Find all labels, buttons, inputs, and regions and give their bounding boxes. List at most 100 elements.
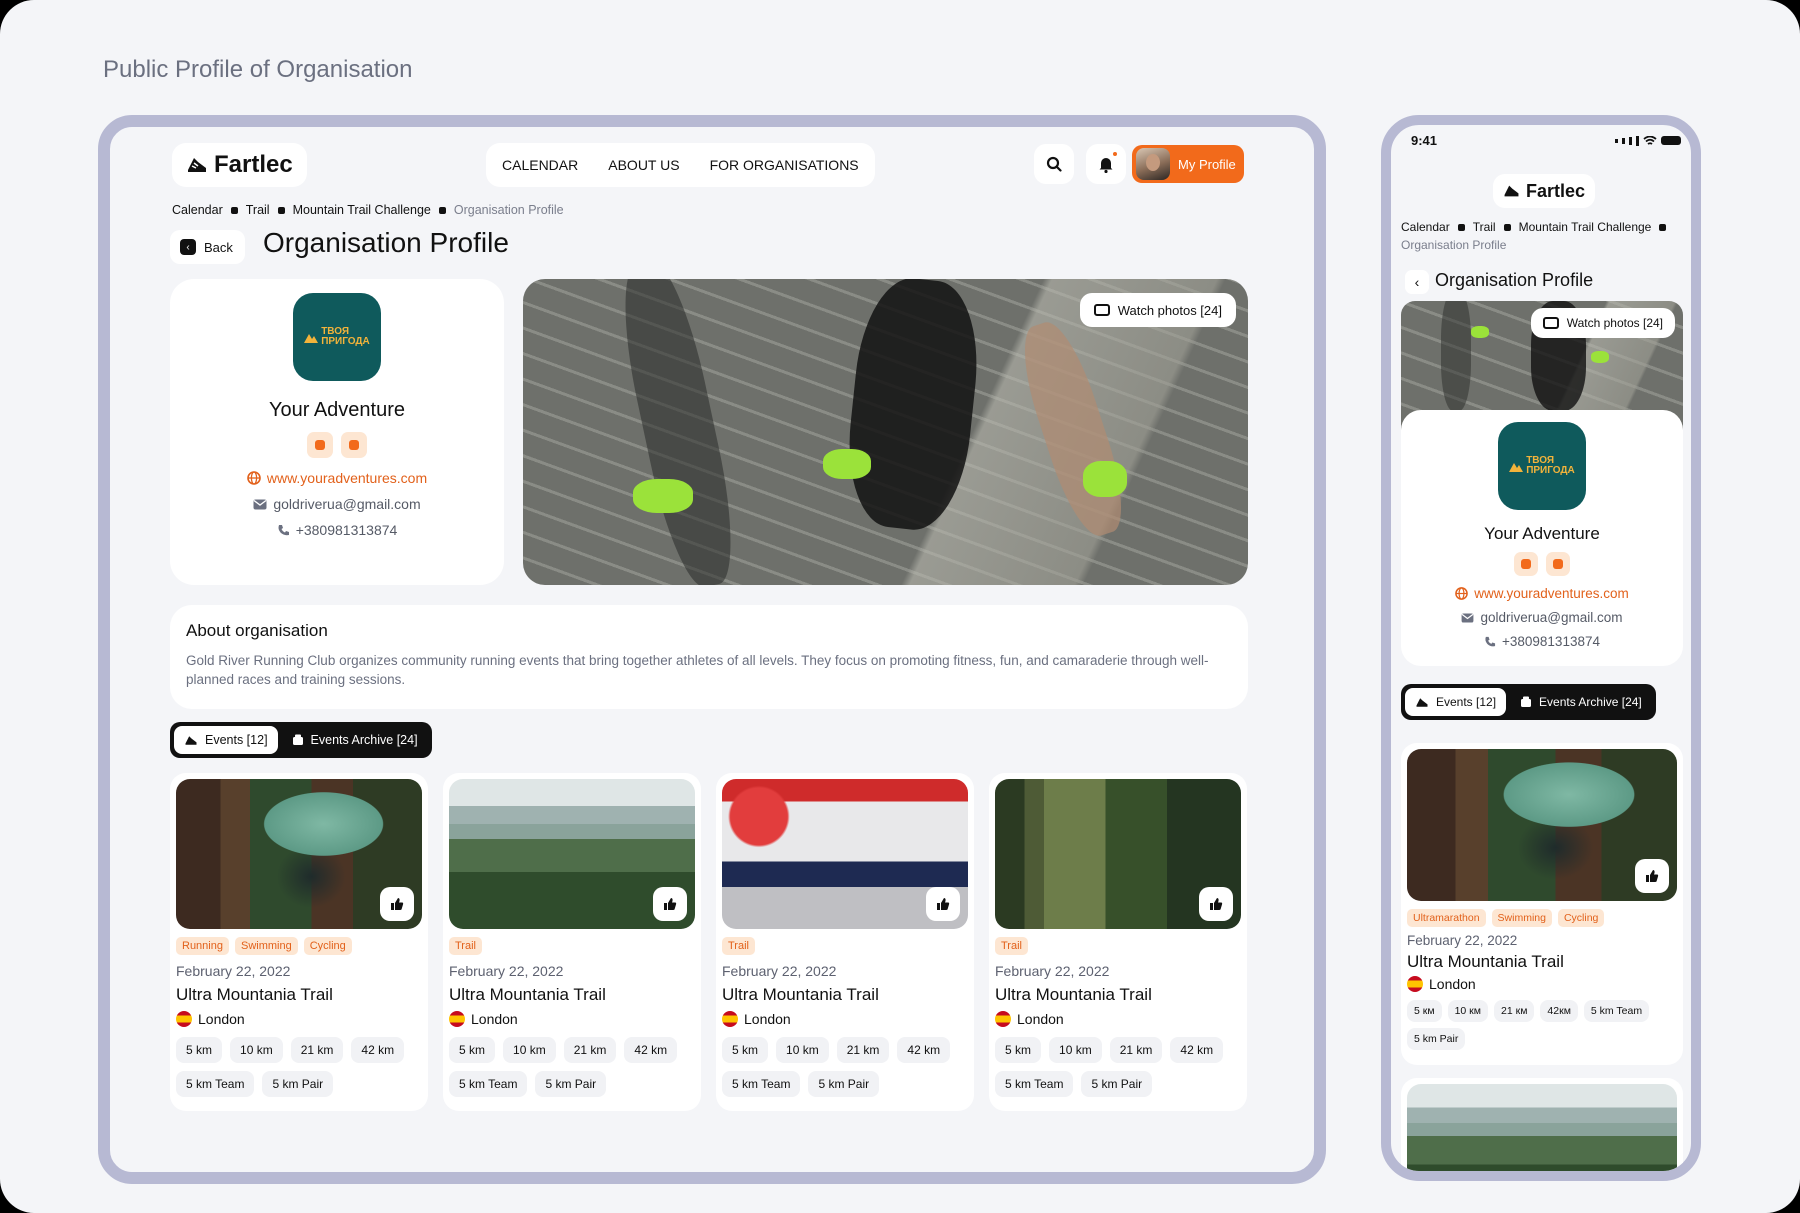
tab-events-archive[interactable]: Events Archive [24]: [1510, 688, 1652, 716]
like-button[interactable]: [653, 887, 687, 921]
my-profile-button[interactable]: My Profile: [1132, 145, 1244, 183]
breadcrumb-trail[interactable]: Trail: [246, 203, 270, 217]
event-date: February 22, 2022: [449, 963, 564, 979]
distance-chip[interactable]: 5 km Team: [176, 1071, 255, 1097]
org-website[interactable]: www.youradventures.com: [1455, 586, 1629, 601]
org-email[interactable]: goldriverua@gmail.com: [1461, 610, 1623, 625]
globe-icon: [247, 471, 261, 485]
watch-photos-button[interactable]: Watch photos [24]: [1530, 308, 1675, 338]
org-email[interactable]: goldriverua@gmail.com: [253, 496, 421, 512]
event-card[interactable]: Ultramarathon Swimming Cycling February …: [1401, 743, 1683, 1065]
brand-name: Fartlec: [1526, 180, 1586, 201]
distance-chip[interactable]: 42 km: [1170, 1037, 1224, 1063]
tab-events-label: Events [12]: [205, 733, 268, 747]
event-location: London: [449, 1011, 695, 1027]
about-heading: About organisation: [186, 621, 328, 640]
nav-for-organisations[interactable]: FOR ORGANISATIONS: [710, 157, 859, 173]
image-icon: [1093, 304, 1110, 316]
distance-chip[interactable]: 5 km Team: [449, 1071, 528, 1097]
tab-events-label: Events [12]: [1436, 695, 1497, 709]
org-phone[interactable]: +380981313874: [277, 522, 397, 538]
tab-events[interactable]: Events [12]: [1405, 688, 1507, 716]
org-website[interactable]: www.youradventures.com: [247, 470, 427, 486]
phone-icon: [278, 524, 289, 535]
distance-chip[interactable]: 5 km Team: [722, 1071, 801, 1097]
distance-chip[interactable]: 5 km Pair: [1081, 1071, 1153, 1097]
org-card: ТВОЯ ПРИГОДА Your Adventure www.youradven…: [170, 279, 504, 585]
distance-chip[interactable]: 10 km: [503, 1037, 556, 1063]
distance-chip[interactable]: 42 km: [624, 1037, 678, 1063]
event-tag: Ultramarathon: [1407, 909, 1486, 927]
distance-chip[interactable]: 21 km: [290, 1037, 344, 1063]
distance-chip[interactable]: 5 km: [176, 1037, 223, 1063]
search-icon: [1046, 156, 1062, 172]
search-button[interactable]: [1034, 144, 1074, 184]
facebook-icon[interactable]: [307, 432, 333, 458]
event-card[interactable]: Running Swimming Cycling February 22, 20…: [170, 773, 428, 1111]
distance-chip[interactable]: 10 km: [1049, 1037, 1102, 1063]
status-time: 9:41: [1411, 133, 1438, 148]
thumbs-up-icon: [1646, 870, 1659, 882]
distance-chip[interactable]: 21 km: [836, 1037, 890, 1063]
distance-chip[interactable]: 5 km Pair: [808, 1071, 880, 1097]
like-button[interactable]: [1199, 887, 1233, 921]
distance-chip[interactable]: 10 km: [230, 1037, 283, 1063]
distance-chip[interactable]: 42км: [1540, 1000, 1578, 1022]
distance-chip[interactable]: 5 km Team: [1583, 1000, 1650, 1022]
event-card[interactable]: [1401, 1078, 1683, 1171]
breadcrumb-event[interactable]: Mountain Trail Challenge: [1519, 220, 1652, 234]
hero-photo: Watch photos [24]: [523, 279, 1248, 585]
notifications-button[interactable]: [1086, 144, 1126, 184]
watch-photos-button[interactable]: Watch photos [24]: [1079, 293, 1236, 327]
org-phone[interactable]: +380981313874: [1484, 634, 1600, 649]
breadcrumb-event[interactable]: Mountain Trail Challenge: [293, 203, 431, 217]
event-tag: Trail: [995, 937, 1028, 955]
back-button[interactable]: ‹: [1405, 270, 1429, 294]
distance-chip[interactable]: 5 km Team: [995, 1071, 1074, 1097]
event-card[interactable]: Trail February 22, 2022 Ultra Mountania …: [716, 773, 974, 1111]
tab-events[interactable]: Events [12]: [174, 726, 278, 754]
breadcrumb-calendar[interactable]: Calendar: [1401, 220, 1450, 234]
distance-chip[interactable]: 10 km: [776, 1037, 829, 1063]
distance-chip[interactable]: 5 km Pair: [535, 1071, 607, 1097]
distance-chip[interactable]: 5 km: [449, 1037, 496, 1063]
distance-chip[interactable]: 42 km: [351, 1037, 405, 1063]
main-nav: CALENDAR ABOUT US FOR ORGANISATIONS: [486, 143, 875, 187]
event-tags: Trail: [722, 937, 968, 955]
page-title: Organisation Profile: [1435, 270, 1594, 290]
social-links: [307, 432, 367, 458]
distance-chip[interactable]: 21 km: [1109, 1037, 1163, 1063]
breadcrumb-trail[interactable]: Trail: [1473, 220, 1496, 234]
facebook-icon[interactable]: [1514, 552, 1538, 576]
tab-events-archive[interactable]: Events Archive [24]: [282, 726, 428, 754]
breadcrumb-calendar[interactable]: Calendar: [172, 203, 223, 217]
instagram-icon[interactable]: [341, 432, 367, 458]
distance-chip[interactable]: 21 km: [563, 1037, 617, 1063]
distance-chip[interactable]: 42 km: [897, 1037, 951, 1063]
distance-chip[interactable]: 21 км: [1494, 1000, 1535, 1022]
like-button[interactable]: [1635, 859, 1669, 893]
nav-calendar[interactable]: CALENDAR: [502, 157, 578, 173]
event-tag: Cycling: [303, 937, 352, 955]
back-button[interactable]: ‹ Back: [170, 230, 245, 264]
distance-chip[interactable]: 5 km Pair: [1407, 1028, 1466, 1050]
event-card[interactable]: Trail February 22, 2022 Ultra Mountania …: [989, 773, 1247, 1111]
distance-chip[interactable]: 10 км: [1447, 1000, 1488, 1022]
brand-logo[interactable]: Fartlec: [172, 143, 307, 187]
distance-chip[interactable]: 5 km Pair: [262, 1071, 334, 1097]
org-email-text: goldriverua@gmail.com: [273, 496, 421, 512]
event-card[interactable]: Trail February 22, 2022 Ultra Mountania …: [443, 773, 701, 1111]
tab-archive-label: Events Archive [24]: [310, 733, 418, 747]
org-logo: ТВОЯ ПРИГОДА: [1498, 422, 1586, 510]
instagram-icon[interactable]: [1546, 552, 1570, 576]
event-name: Ultra Mountania Trail: [1407, 952, 1564, 971]
distance-chip[interactable]: 5 km: [722, 1037, 769, 1063]
nav-about-us[interactable]: ABOUT US: [608, 157, 679, 173]
distance-chip[interactable]: 5 km: [995, 1037, 1042, 1063]
brand-logo[interactable]: Fartlec: [1493, 174, 1596, 208]
distance-chip[interactable]: 5 км: [1407, 1000, 1442, 1022]
event-photo: [722, 779, 968, 929]
like-button[interactable]: [926, 887, 960, 921]
like-button[interactable]: [380, 887, 414, 921]
canvas: Public Profile of Organisation Fartlec C…: [0, 0, 1800, 1213]
